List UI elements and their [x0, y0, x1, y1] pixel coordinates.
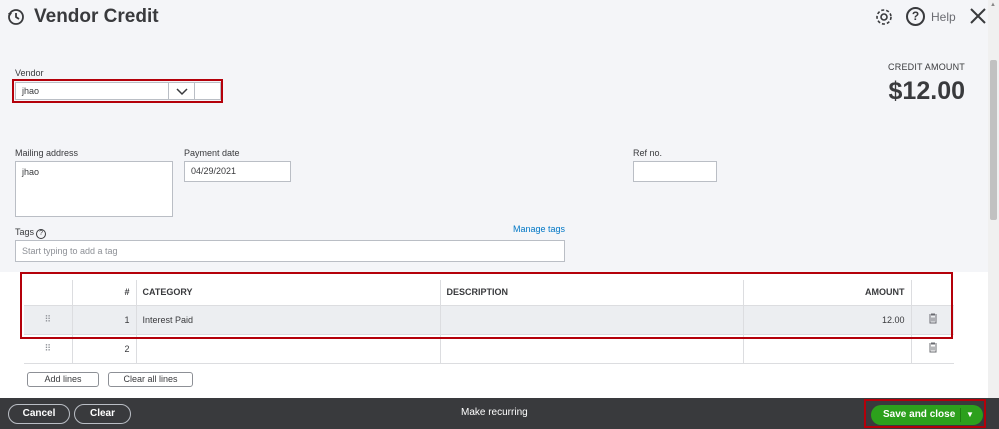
tags-help-icon[interactable]: ?	[36, 229, 47, 239]
clear-button[interactable]: Clear	[74, 404, 131, 424]
page-title: Vendor Credit	[34, 6, 159, 27]
mailing-address-label: Mailing address	[15, 148, 79, 158]
mailing-address-value: jhao	[22, 167, 40, 177]
credit-amount-label: CREDIT AMOUNT	[888, 62, 965, 72]
gear-icon[interactable]	[874, 7, 894, 27]
credit-amount-value: $12.00	[888, 77, 965, 105]
add-lines-button[interactable]: Add lines	[27, 372, 99, 387]
help-link[interactable]: Help	[931, 10, 956, 24]
make-recurring-link[interactable]: Make recurring	[461, 407, 528, 418]
close-icon[interactable]	[968, 6, 988, 26]
save-and-close-button[interactable]: Save and close ▼	[871, 405, 983, 425]
table-highlight-box	[20, 272, 953, 339]
payment-date-label: Payment date	[184, 148, 240, 158]
vendor-field-extension[interactable]	[195, 82, 221, 100]
tags-placeholder: Start typing to add a tag	[22, 246, 118, 256]
scrollbar-thumb[interactable]	[990, 60, 997, 220]
save-divider	[960, 408, 961, 422]
help-icon[interactable]: ?	[906, 7, 925, 26]
history-icon[interactable]	[6, 7, 26, 27]
payment-date-field[interactable]: 04/29/2021	[184, 161, 291, 182]
tags-input[interactable]: Start typing to add a tag	[15, 240, 565, 262]
tags-label-wrap: Tags?	[15, 227, 47, 239]
vendor-label: Vendor	[15, 68, 44, 78]
chevron-down-icon	[176, 88, 188, 96]
ref-no-label: Ref no.	[633, 148, 663, 158]
page-header: Vendor Credit ? Help	[0, 0, 999, 40]
caret-down-icon[interactable]: ▼	[966, 410, 974, 419]
scroll-up-icon[interactable]: ▲	[990, 2, 996, 8]
vendor-select[interactable]: jhao	[15, 82, 195, 100]
cancel-button[interactable]: Cancel	[8, 404, 70, 424]
ref-no-field[interactable]	[633, 161, 717, 182]
vertical-scrollbar[interactable]: ▲	[988, 0, 999, 398]
footer-bar: Cancel Clear Make recurring	[0, 398, 999, 429]
manage-tags-link[interactable]: Manage tags	[513, 224, 565, 234]
clear-all-lines-button[interactable]: Clear all lines	[108, 372, 193, 387]
payment-date-value: 04/29/2021	[191, 166, 237, 176]
save-and-close-label: Save and close	[883, 409, 956, 420]
tags-label: Tags	[15, 227, 35, 237]
mailing-address-field[interactable]: jhao	[15, 161, 173, 217]
vendor-value: jhao	[22, 86, 40, 96]
vendor-dropdown-toggle[interactable]	[168, 83, 194, 99]
